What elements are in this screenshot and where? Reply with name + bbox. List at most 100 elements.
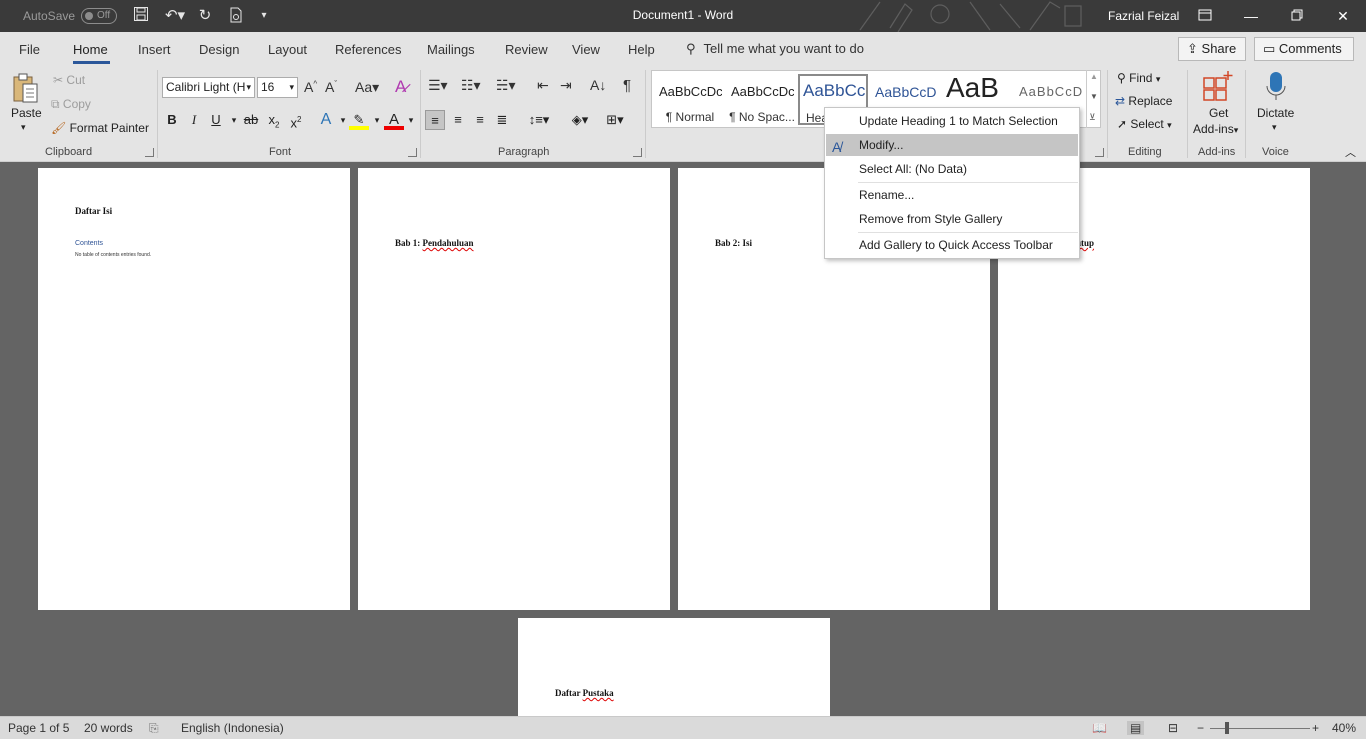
shading-icon[interactable]: ◈▾ [566,110,594,130]
grow-font-icon[interactable]: A^ [304,79,317,95]
clear-formatting-icon[interactable]: A̷ [395,77,406,97]
justify-icon[interactable]: ≣ [492,110,512,130]
ribbon-display-options-icon[interactable] [1192,4,1218,28]
document-page-5[interactable]: Daftar Pustaka [518,618,830,716]
menu-item-label: Modify... [859,138,904,152]
addins-label[interactable]: Add-ins▾ [1193,122,1238,136]
tab-home[interactable]: Home [73,42,108,57]
sort-icon[interactable]: A↓ [590,77,606,93]
zoom-slider-handle[interactable] [1225,722,1229,734]
align-center-icon[interactable]: ≡ [448,110,468,130]
subscript-icon[interactable]: x2 [264,110,284,130]
paste-icon[interactable] [10,72,40,104]
italic-icon[interactable]: I [184,110,204,130]
bullets-icon[interactable]: ☰▾ [428,77,448,94]
restore-icon[interactable] [1284,4,1310,28]
share-button[interactable]: ⇪ Share [1178,37,1246,61]
tab-insert[interactable]: Insert [138,42,171,57]
user-name[interactable]: Fazrial Feizal [1108,9,1179,23]
document-page-1[interactable]: Daftar Isi Contents No table of contents… [38,168,350,610]
borders-icon[interactable]: ⊞▾ [600,110,630,130]
zoom-out-icon[interactable]: − [1197,721,1204,735]
language-indicator[interactable]: English (Indonesia) [181,721,284,735]
gallery-more-icon[interactable]: ⊻ [1089,112,1096,123]
dictate-button[interactable]: Dictate [1257,106,1294,120]
cut-button[interactable]: ✂ Cut [53,73,85,87]
scroll-down-icon[interactable]: ▼ [1090,92,1098,101]
tab-view[interactable]: View [572,42,600,57]
multilevel-list-icon[interactable]: ☵▾ [496,77,516,94]
font-family-value: Calibri Light (H [166,80,246,94]
comments-button[interactable]: ▭ Comments [1254,37,1354,61]
menu-item-remove-from-gallery[interactable]: Remove from Style Gallery [826,208,1078,230]
style-no-spacing[interactable]: AaBbCcDc ¶ No Spac... [727,74,795,125]
select-button[interactable]: ➚ Select ▾ [1117,117,1172,131]
proofing-icon[interactable]: ⎘ [149,721,159,736]
shrink-font-icon[interactable]: Aˇ [325,79,337,95]
group-divider [1107,70,1108,158]
font-family-combo[interactable]: Calibri Light (H ▾ [162,77,255,98]
get-addins-icon[interactable] [1202,70,1234,102]
zoom-in-icon[interactable]: + [1312,721,1319,735]
word-count[interactable]: 20 words [84,721,133,735]
microphone-icon[interactable] [1265,70,1287,102]
tell-me-search[interactable]: ⚲ Tell me what you want to do [686,41,864,57]
show-hide-marks-icon[interactable]: ¶ [623,77,631,94]
web-layout-icon[interactable]: ⊟ [1168,721,1178,735]
read-mode-icon[interactable]: 📖 [1092,721,1107,735]
increase-indent-icon[interactable]: ⇥ [560,77,572,94]
get-addins-label[interactable]: Get [1209,106,1228,120]
close-icon[interactable]: ✕ [1330,4,1356,28]
tab-review[interactable]: Review [505,42,548,57]
styles-launcher-icon[interactable] [1095,148,1104,157]
page-count[interactable]: Page 1 of 5 [8,721,69,735]
numbering-icon[interactable]: ☷▾ [461,77,481,94]
addins-text: Add-ins [1193,122,1234,136]
replace-button[interactable]: ⇄ Replace [1115,94,1172,108]
select-label: Select [1130,117,1164,131]
menu-item-add-to-qat[interactable]: Add Gallery to Quick Access Toolbar [826,234,1078,256]
strikethrough-icon[interactable]: ab [241,110,261,130]
menu-item-rename[interactable]: Rename... [826,184,1078,206]
style-sample: AaBbCcDc [731,84,795,99]
print-layout-icon[interactable]: ▤ [1127,721,1145,735]
dictate-dropdown-icon[interactable]: ▾ [1272,122,1277,133]
gallery-scroll[interactable]: ▲ ▼ ⊻ [1086,70,1102,128]
paste-button[interactable]: Paste [11,106,42,120]
highlight-icon[interactable]: ✎ [349,110,369,130]
paste-dropdown-icon[interactable]: ▾ [21,122,26,133]
menu-item-select-all[interactable]: Select All: (No Data) [826,158,1078,180]
zoom-level[interactable]: 40% [1332,721,1356,735]
format-painter-button[interactable]: 🖌 Format Painter [51,121,149,135]
tab-mailings[interactable]: Mailings [427,42,475,57]
copy-button[interactable]: ⧉ Copy [51,97,91,112]
change-case-icon[interactable]: Aa▾ [355,79,379,96]
tab-design[interactable]: Design [199,42,239,57]
collapse-ribbon-icon[interactable]: ︿ [1345,144,1356,160]
document-page-2[interactable]: Bab 1: Pendahuluan [358,168,670,610]
align-left-icon[interactable]: ≡ [425,110,445,130]
align-right-icon[interactable]: ≡ [470,110,490,130]
superscript-icon[interactable]: x2 [286,110,306,130]
tab-help[interactable]: Help [628,42,655,57]
bold-icon[interactable]: B [162,110,182,130]
paragraph-launcher-icon[interactable] [633,148,642,157]
tab-references[interactable]: References [335,42,401,57]
style-normal[interactable]: AaBbCcDc ¶ Normal [655,74,723,125]
font-launcher-icon[interactable] [408,148,417,157]
underline-icon[interactable]: U [206,110,226,130]
scroll-up-icon[interactable]: ▲ [1090,72,1098,81]
decrease-indent-icon[interactable]: ⇤ [537,77,549,94]
font-color-dropdown-icon[interactable]: ▾ [401,110,421,130]
menu-item-update-heading[interactable]: Update Heading 1 to Match Selection [826,110,1078,132]
tab-layout[interactable]: Layout [268,42,307,57]
font-size-combo[interactable]: 16 ▾ [257,77,298,98]
menu-separator [858,182,1078,183]
clipboard-launcher-icon[interactable] [145,148,154,157]
menu-item-modify[interactable]: A̸ Modify... [826,134,1078,156]
find-button[interactable]: ⚲ Find ▾ [1117,71,1160,85]
line-spacing-icon[interactable]: ↕≡▾ [526,110,552,130]
minimize-icon[interactable]: — [1238,4,1264,28]
group-divider [157,70,158,158]
tab-file[interactable]: File [19,42,40,57]
